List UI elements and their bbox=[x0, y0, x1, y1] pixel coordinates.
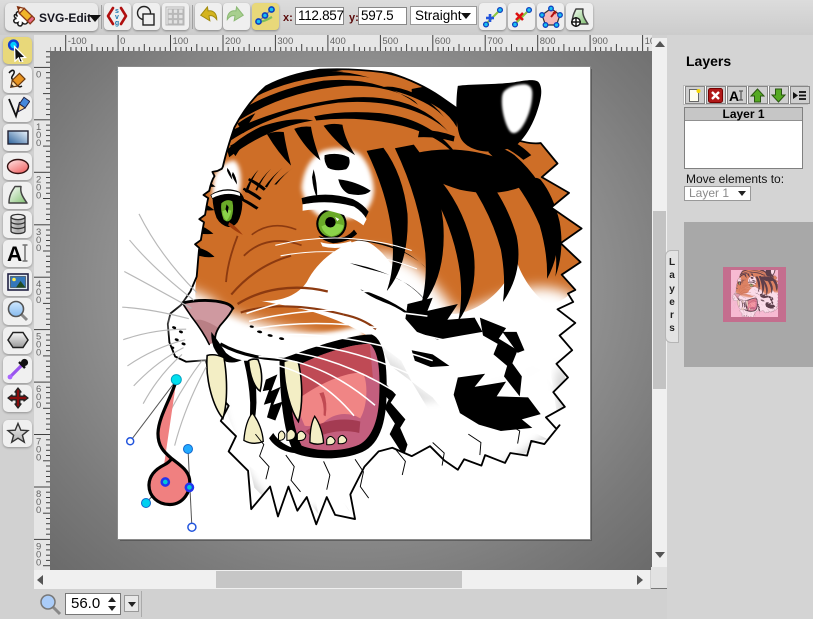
svg-text:900: 900 bbox=[592, 36, 608, 47]
svg-text:300: 300 bbox=[277, 36, 293, 47]
svg-text:g: g bbox=[115, 20, 119, 27]
svg-text:900: 900 bbox=[36, 541, 41, 568]
svg-text:800: 800 bbox=[36, 489, 41, 516]
svg-text:A: A bbox=[729, 88, 739, 103]
svg-text:300: 300 bbox=[36, 227, 41, 254]
svg-text:-100: -100 bbox=[68, 36, 87, 47]
svg-text:400: 400 bbox=[330, 36, 346, 47]
svg-text:800: 800 bbox=[540, 36, 556, 47]
svg-text:500: 500 bbox=[382, 36, 398, 47]
svg-text:700: 700 bbox=[36, 437, 41, 464]
svg-text:600: 600 bbox=[36, 384, 41, 411]
svg-text:200: 200 bbox=[225, 36, 241, 47]
svg-text:600: 600 bbox=[435, 36, 451, 47]
svg-text:400: 400 bbox=[36, 279, 41, 306]
svg-text:500: 500 bbox=[36, 332, 41, 359]
svg-text:100: 100 bbox=[36, 122, 41, 149]
svg-text:200: 200 bbox=[36, 174, 41, 201]
svg-text:0: 0 bbox=[120, 36, 125, 47]
svg-text:100: 100 bbox=[173, 36, 189, 47]
svg-text:700: 700 bbox=[487, 36, 503, 47]
svg-text:A: A bbox=[7, 243, 22, 265]
svg-text:1000: 1000 bbox=[645, 36, 652, 47]
svg-text:0: 0 bbox=[36, 69, 41, 80]
